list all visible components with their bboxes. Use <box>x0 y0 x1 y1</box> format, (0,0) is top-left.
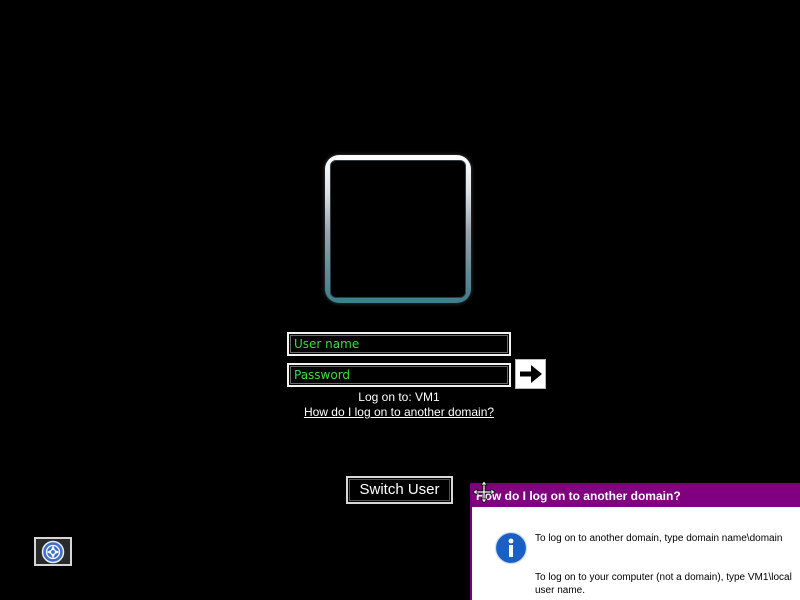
help-popup: How do I log on to another domain? To lo… <box>470 483 800 600</box>
username-field[interactable]: User name <box>287 332 511 356</box>
move-cursor-icon <box>472 480 496 504</box>
logon-to-label: Log on to: VM1 <box>358 390 440 404</box>
ease-of-access-button[interactable] <box>34 537 72 566</box>
other-domain-link[interactable]: How do I log on to another domain? <box>287 405 511 420</box>
switch-user-button[interactable]: Switch User <box>346 476 453 504</box>
help-popup-title[interactable]: How do I log on to another domain? <box>472 485 800 507</box>
help-text-domain: To log on to another domain, type domain… <box>535 533 783 544</box>
help-text-local: To log on to your computer (not a domain… <box>535 572 792 596</box>
info-icon <box>494 531 528 565</box>
password-field[interactable]: Password <box>287 363 511 387</box>
arrow-right-icon <box>519 365 542 383</box>
ease-of-access-icon <box>41 540 65 563</box>
logon-screen: User name Password Log on to: VM1 How do… <box>0 0 800 600</box>
user-tile <box>325 155 471 303</box>
submit-button[interactable] <box>515 359 546 389</box>
user-picture-frame <box>330 160 466 298</box>
